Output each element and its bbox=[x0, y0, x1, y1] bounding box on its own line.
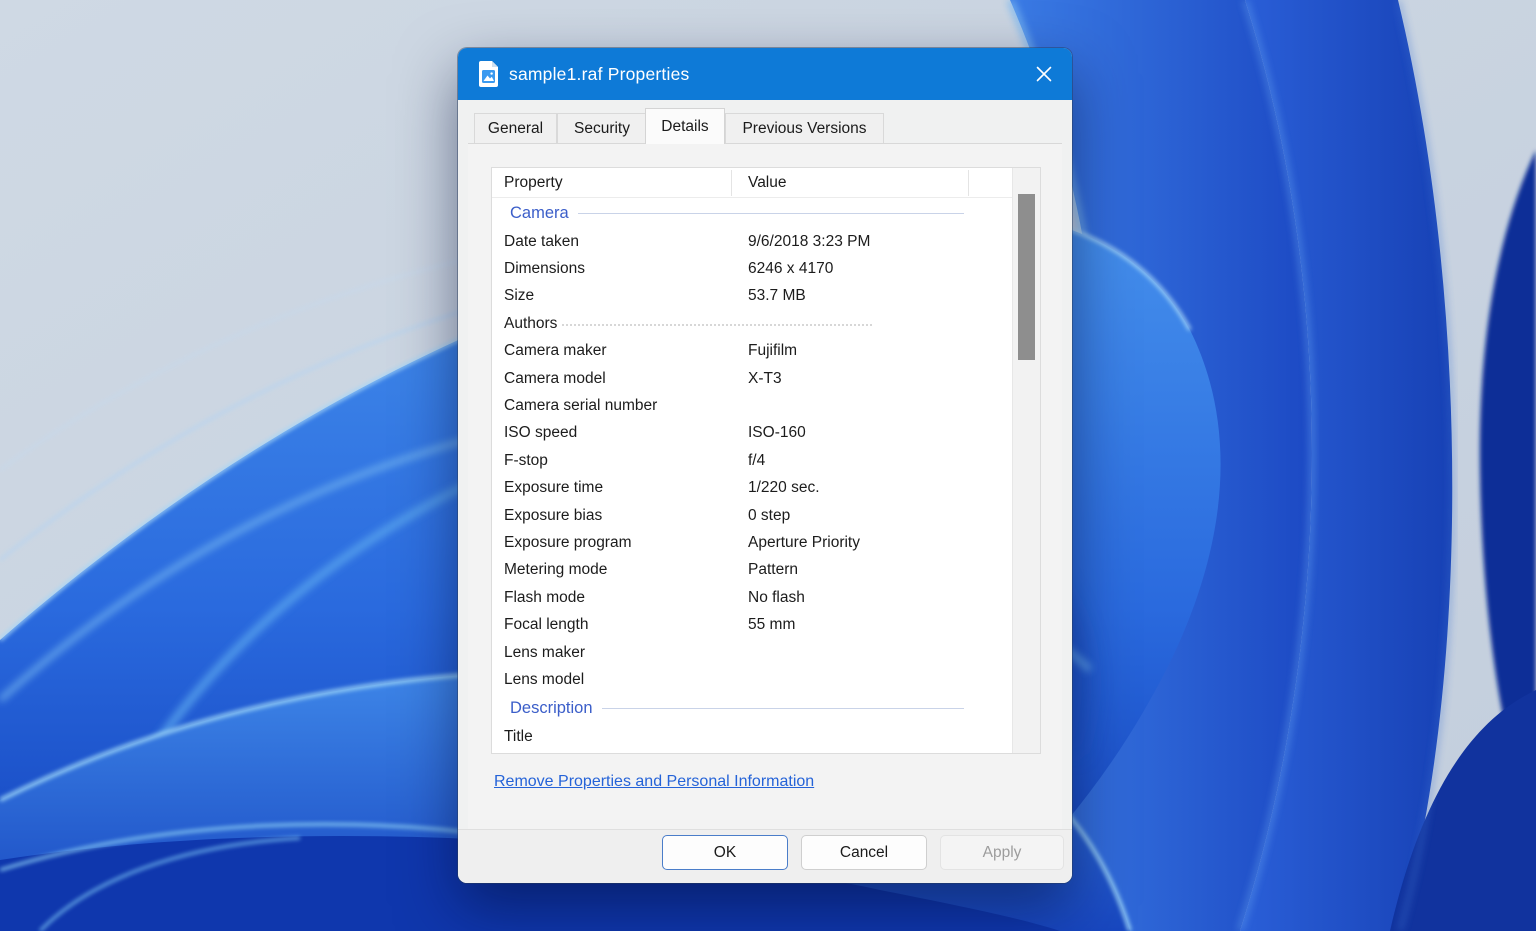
table-row[interactable]: Exposure time 1/220 sec. bbox=[492, 475, 1040, 502]
apply-button[interactable]: Apply bbox=[940, 835, 1064, 870]
value-cell: Aperture Priority bbox=[748, 533, 860, 551]
scrollbar-thumb[interactable] bbox=[1018, 194, 1035, 360]
property-cell: Dimensions bbox=[504, 260, 585, 278]
table-row[interactable]: Lens model bbox=[492, 666, 1040, 693]
table-row[interactable]: F-stop f/4 bbox=[492, 447, 1040, 474]
value-cell: 1/220 sec. bbox=[748, 479, 820, 497]
window-title: sample1.raf Properties bbox=[509, 63, 690, 84]
value-cell: 9/6/2018 3:23 PM bbox=[748, 232, 871, 250]
table-row[interactable]: Authors bbox=[492, 310, 1040, 337]
table-row[interactable]: Date taken 9/6/2018 3:23 PM bbox=[492, 228, 1040, 255]
remove-properties-link[interactable]: Remove Properties and Personal Informati… bbox=[494, 773, 814, 791]
value-cell: Pattern bbox=[748, 561, 798, 579]
tab-details[interactable]: Details bbox=[645, 108, 725, 144]
group-name: Camera bbox=[510, 203, 569, 222]
value-cell: X-T3 bbox=[748, 369, 782, 387]
tab-previous-versions[interactable]: Previous Versions bbox=[725, 113, 884, 143]
close-icon bbox=[1036, 66, 1052, 82]
column-divider[interactable] bbox=[731, 170, 732, 196]
details-table-body: Camera Date taken 9/6/2018 3:23 PM Dimensio… bbox=[492, 198, 1040, 751]
table-row[interactable]: ISO speed ISO-160 bbox=[492, 420, 1040, 447]
property-cell: Title bbox=[504, 728, 533, 746]
table-row[interactable]: Camera maker Fujifilm bbox=[492, 338, 1040, 365]
value-cell: 6246 x 4170 bbox=[748, 260, 834, 278]
details-listview: Property Value Camera Date taken 9/6/2018 … bbox=[491, 167, 1041, 754]
property-cell: Camera model bbox=[504, 369, 606, 387]
group-rule bbox=[577, 212, 964, 214]
close-button[interactable] bbox=[1018, 48, 1070, 100]
property-cell: Lens maker bbox=[504, 643, 585, 661]
value-cell: 55 mm bbox=[748, 616, 796, 634]
tab-general[interactable]: General bbox=[474, 113, 557, 143]
listview-header[interactable]: Property Value bbox=[492, 168, 1040, 198]
titlebar[interactable]: sample1.raf Properties bbox=[458, 48, 1072, 100]
footer-divider bbox=[458, 829, 1072, 830]
group-name: Description bbox=[510, 699, 593, 718]
table-row[interactable]: Metering mode Pattern bbox=[492, 557, 1040, 584]
table-row[interactable]: Exposure program Aperture Priority bbox=[492, 529, 1040, 556]
table-row[interactable]: Size 53.7 MB bbox=[492, 283, 1040, 310]
table-row[interactable]: Flash mode No flash bbox=[492, 584, 1040, 611]
property-cell: Focal length bbox=[504, 616, 589, 634]
property-cell: Camera maker bbox=[504, 342, 607, 360]
group-rule bbox=[601, 708, 964, 710]
table-row[interactable]: Camera serial number bbox=[492, 392, 1040, 419]
value-cell: 53.7 MB bbox=[748, 287, 806, 305]
value-cell: ISO-160 bbox=[748, 424, 806, 442]
tab-divider bbox=[468, 143, 1062, 144]
property-cell: ISO speed bbox=[504, 424, 578, 442]
group-header: Camera bbox=[492, 198, 1040, 228]
column-header-property[interactable]: Property bbox=[504, 168, 563, 198]
value-cell: Fujifilm bbox=[748, 342, 798, 360]
value-cell: 0 step bbox=[748, 506, 791, 524]
property-cell: Exposure time bbox=[504, 479, 604, 497]
tab-security[interactable]: Security bbox=[557, 113, 647, 143]
value-cell: f/4 bbox=[748, 451, 766, 469]
table-row[interactable]: Focal length 55 mm bbox=[492, 611, 1040, 638]
property-cell: Exposure bias bbox=[504, 506, 603, 524]
column-divider[interactable] bbox=[968, 170, 969, 196]
table-row[interactable]: Lens maker bbox=[492, 639, 1040, 666]
property-cell: Lens model bbox=[504, 670, 585, 688]
properties-dialog: sample1.raf Properties General Security … bbox=[458, 48, 1072, 883]
table-row[interactable]: Title bbox=[492, 724, 1040, 751]
cancel-button[interactable]: Cancel bbox=[801, 835, 927, 870]
table-row[interactable]: Exposure bias 0 step bbox=[492, 502, 1040, 529]
value-cell: No flash bbox=[748, 588, 805, 606]
group-header: Description bbox=[492, 694, 1040, 724]
property-cell: Exposure program bbox=[504, 533, 632, 551]
editable-hint-dashes[interactable] bbox=[562, 323, 872, 326]
property-cell: Metering mode bbox=[504, 561, 608, 579]
table-row[interactable]: Dimensions 6246 x 4170 bbox=[492, 255, 1040, 282]
property-cell: Authors bbox=[504, 314, 558, 332]
property-cell: Date taken bbox=[504, 232, 579, 250]
property-cell: Size bbox=[504, 287, 535, 305]
vertical-scrollbar[interactable] bbox=[1012, 168, 1040, 753]
table-row[interactable]: Camera model X-T3 bbox=[492, 365, 1040, 392]
property-cell: F-stop bbox=[504, 451, 548, 469]
ok-button[interactable]: OK bbox=[662, 835, 788, 870]
property-cell: Flash mode bbox=[504, 588, 585, 606]
desktop: sample1.raf Properties General Security … bbox=[0, 0, 1536, 931]
column-header-value[interactable]: Value bbox=[748, 168, 787, 198]
image-file-icon bbox=[478, 61, 499, 87]
property-cell: Camera serial number bbox=[504, 397, 658, 415]
